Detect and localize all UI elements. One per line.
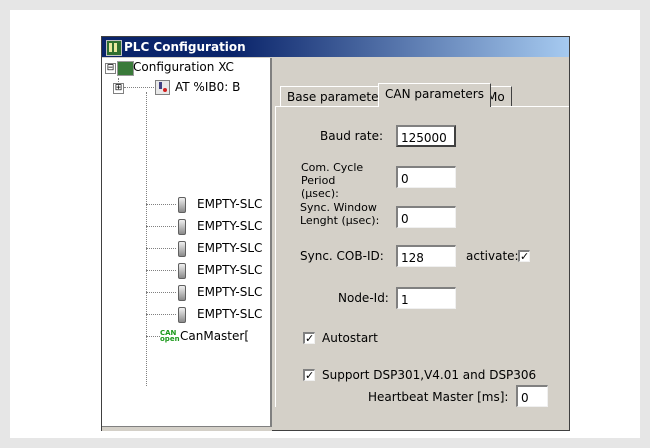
tree-item-io[interactable]: AT %IB0: B [175,78,240,96]
tree-item-canmaster[interactable]: CanMaster[ [180,327,249,345]
heartbeat-field[interactable]: 0 [516,385,548,407]
support-dsp-label: Support DSP301,V4.01 and DSP306 [322,368,537,382]
sync-cob-field[interactable]: 128 [396,245,456,267]
io-module-icon [155,80,170,95]
canopen-icon: CAN open [160,329,180,343]
plc-configuration-window: PLC Configuration ⊟ Configuration XC ⊞ A… [101,36,570,431]
slot-icon [178,285,186,301]
sync-window-field[interactable]: 0 [396,206,456,228]
title-bar[interactable]: PLC Configuration [102,37,569,57]
config-tree[interactable]: ⊟ Configuration XC ⊞ AT %IB0: B EMPTY-SL… [102,58,272,426]
can-parameters-panel: Baud rate: 125000 Com. Cycle Period (µse… [275,106,569,407]
slot-icon [178,307,186,323]
sync-cob-label: Sync. COB-ID: [300,249,384,263]
tree-connector [146,92,147,386]
window-title: PLC Configuration [124,40,246,54]
collapse-icon[interactable]: ⊟ [105,63,116,74]
heartbeat-label: Heartbeat Master [ms]: [368,390,509,404]
tree-connector [146,270,176,271]
tree-connector [146,248,176,249]
com-cycle-field[interactable]: 0 [396,166,456,188]
autostart-checkbox[interactable]: ✓ [303,332,315,344]
activate-label: activate: [466,249,519,263]
tree-connector [146,314,176,315]
properties-pane: Base parameters CAN parameters Mo Baud r… [272,58,569,430]
tree-connector [124,87,154,88]
tree-connector [146,336,160,337]
plc-config-icon [106,40,122,56]
autostart-label: Autostart [322,331,378,345]
tree-item-slot[interactable]: EMPTY-SLC [197,217,262,235]
tree-connector [146,204,176,205]
tree-item-slot[interactable]: EMPTY-SLC [197,239,262,257]
tree-item-slot[interactable]: EMPTY-SLC [197,305,262,323]
tree-connector [146,226,176,227]
node-id-field[interactable]: 1 [396,287,456,309]
tree-scrollbar[interactable] [102,426,272,431]
slot-icon [178,219,186,235]
baud-rate-label: Baud rate: [320,129,384,143]
tab-can-parameters[interactable]: CAN parameters [378,83,491,107]
com-cycle-label: Com. Cycle Period (µsec): [301,161,364,200]
tree-item-slot[interactable]: EMPTY-SLC [197,195,262,213]
tree-connector [146,292,176,293]
support-dsp-checkbox[interactable]: ✓ [303,369,315,381]
slot-icon [178,263,186,279]
tree-item-slot[interactable]: EMPTY-SLC [197,283,262,301]
slot-icon [178,197,186,213]
baud-rate-field[interactable]: 125000 [396,125,456,147]
tree-item-slot[interactable]: EMPTY-SLC [197,261,262,279]
node-id-label: Node-Id: [338,291,389,305]
expand-icon[interactable]: ⊞ [113,83,124,94]
sync-window-label: Sync. Window Lenght (µsec): [300,201,380,227]
slot-icon [178,241,186,257]
tree-item-configuration[interactable]: Configuration XC [133,58,234,76]
activate-checkbox[interactable]: ✓ [518,250,530,262]
configuration-icon [117,61,134,76]
